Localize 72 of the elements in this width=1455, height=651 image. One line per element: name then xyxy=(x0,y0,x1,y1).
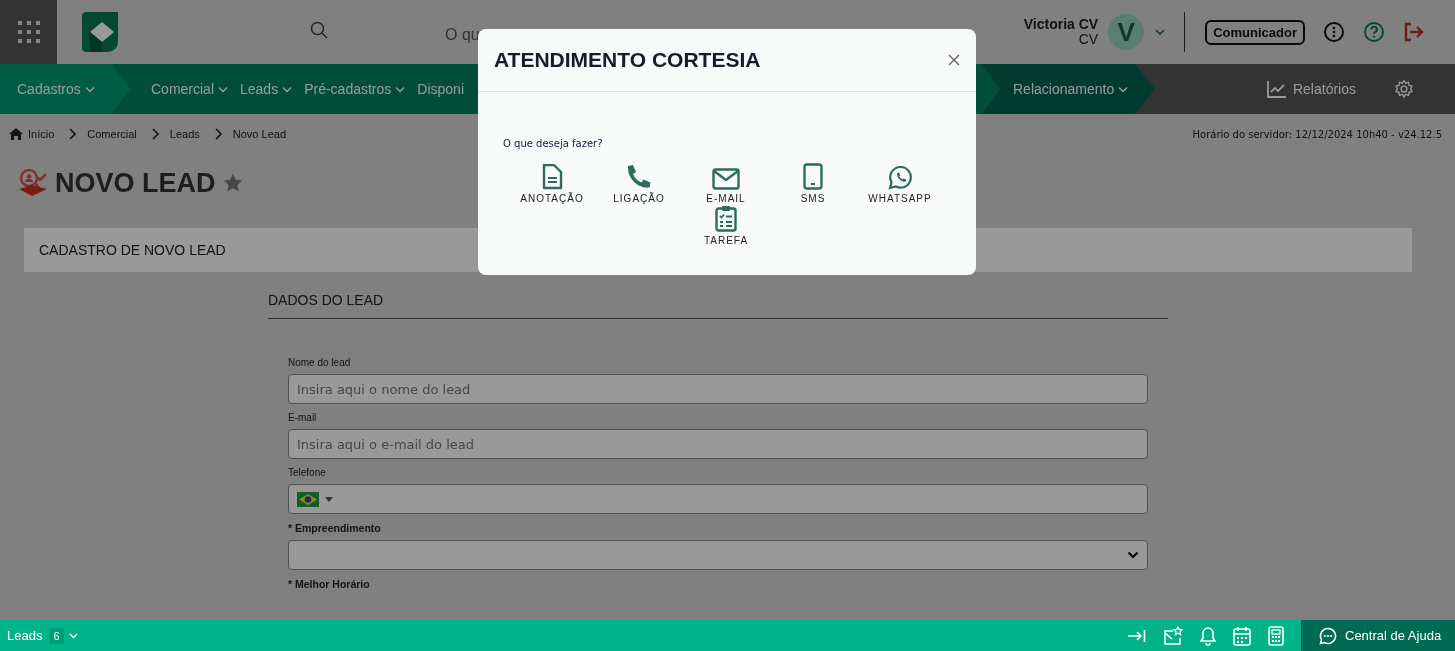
reports-link[interactable]: Relatórios xyxy=(1266,80,1356,98)
chevron-right-icon xyxy=(213,128,222,140)
collapse-arrow-icon[interactable] xyxy=(1128,628,1146,643)
nav-menu-item[interactable]: Disponi xyxy=(417,81,465,97)
calculator-icon[interactable] xyxy=(1268,625,1284,646)
user-name: Victoria CV xyxy=(1023,17,1099,32)
envelope-star-icon[interactable] xyxy=(1163,625,1183,646)
grid-icon xyxy=(16,20,41,44)
nav-menu-item[interactable]: Comercial xyxy=(151,81,228,97)
breadcrumb-link[interactable]: Comercial xyxy=(87,128,137,140)
line-chart-icon xyxy=(1266,80,1287,98)
settings-icon[interactable] xyxy=(1394,79,1414,99)
breadcrumb-link[interactable]: Leads xyxy=(169,128,200,140)
prompt-text: O que deseja fazer? xyxy=(503,138,603,149)
leads-tab[interactable]: Leads xyxy=(7,628,43,643)
server-time: Horário do servidor: 12/12/2024 10h40 - v24.12.5 xyxy=(1192,128,1442,140)
communicator-button[interactable]: Comunicador xyxy=(1205,19,1305,45)
field-label: E-mail xyxy=(288,412,318,423)
chevron-down-icon xyxy=(282,85,293,93)
logout-icon[interactable] xyxy=(1403,22,1425,42)
caret-icon xyxy=(325,496,333,502)
chevron-right-icon xyxy=(150,128,159,140)
user-role: CV xyxy=(1078,32,1099,47)
action-button[interactable]: LIGAÇÃO xyxy=(595,162,683,204)
field-label: Telefone xyxy=(288,467,327,478)
envelope-icon xyxy=(712,168,740,190)
favorite-star-icon[interactable] xyxy=(221,172,244,194)
input-field[interactable]: Insira aqui o e-mail do lead xyxy=(288,429,1148,459)
field-label: * Melhor Horário xyxy=(288,578,371,590)
input-field[interactable]: Insira aqui o nome do lead xyxy=(288,374,1148,404)
clipboard-checklist-icon xyxy=(715,205,737,232)
document-icon xyxy=(541,164,563,190)
modal-title: ATENDIMENTO CORTESIA xyxy=(494,48,761,72)
breadcrumb-link[interactable]: Novo Lead xyxy=(232,128,286,140)
breadcrumb-link[interactable]: Início xyxy=(28,128,55,140)
help-center-button[interactable]: Central de Ajuda xyxy=(1301,620,1455,651)
lead-icon xyxy=(17,167,49,199)
flag-icon xyxy=(297,491,319,507)
field-label: * Empreendimento xyxy=(288,522,382,534)
chevron-down-icon xyxy=(1118,85,1129,93)
chevron-right-icon xyxy=(68,128,77,140)
chevron-down-icon xyxy=(1127,551,1139,559)
help-icon[interactable] xyxy=(1363,21,1385,43)
info-icon[interactable] xyxy=(1323,21,1345,43)
chat-phone-icon xyxy=(887,165,913,190)
page-title: NOVO LEAD xyxy=(55,167,216,199)
action-button[interactable]: ANOTAÇÃO xyxy=(508,162,596,204)
count-badge: 6 xyxy=(49,627,64,644)
nav-menu-item[interactable]: Leads xyxy=(240,81,293,97)
apps-menu-button[interactable] xyxy=(0,0,57,64)
close-icon[interactable] xyxy=(948,54,960,66)
user-avatar[interactable]: V xyxy=(1108,14,1145,50)
field-label: Nome do lead xyxy=(288,357,352,368)
action-button[interactable]: SMS xyxy=(769,162,857,204)
chevron-down-icon xyxy=(84,85,95,93)
action-button[interactable]: WHATSAPP xyxy=(856,162,944,204)
select-field[interactable] xyxy=(288,540,1148,570)
chat-icon xyxy=(1319,626,1337,645)
nav-menu-item[interactable]: Pré-cadastros xyxy=(304,81,406,97)
phone-field[interactable] xyxy=(288,484,1148,514)
calendar-icon[interactable] xyxy=(1233,625,1251,646)
chevron-down-icon[interactable] xyxy=(1154,28,1167,36)
mobile-phone-icon xyxy=(803,163,823,190)
chevron-down-icon xyxy=(218,85,228,93)
nav-menu-item[interactable]: Cadastros xyxy=(17,81,95,97)
chevron-down-icon[interactable] xyxy=(68,632,78,639)
search-icon[interactable] xyxy=(310,21,328,39)
bell-icon[interactable] xyxy=(1200,625,1216,646)
phone-icon xyxy=(625,164,653,190)
action-button[interactable]: E-MAIL xyxy=(682,162,770,204)
home-icon[interactable] xyxy=(9,128,23,140)
chevron-down-icon xyxy=(395,85,406,93)
